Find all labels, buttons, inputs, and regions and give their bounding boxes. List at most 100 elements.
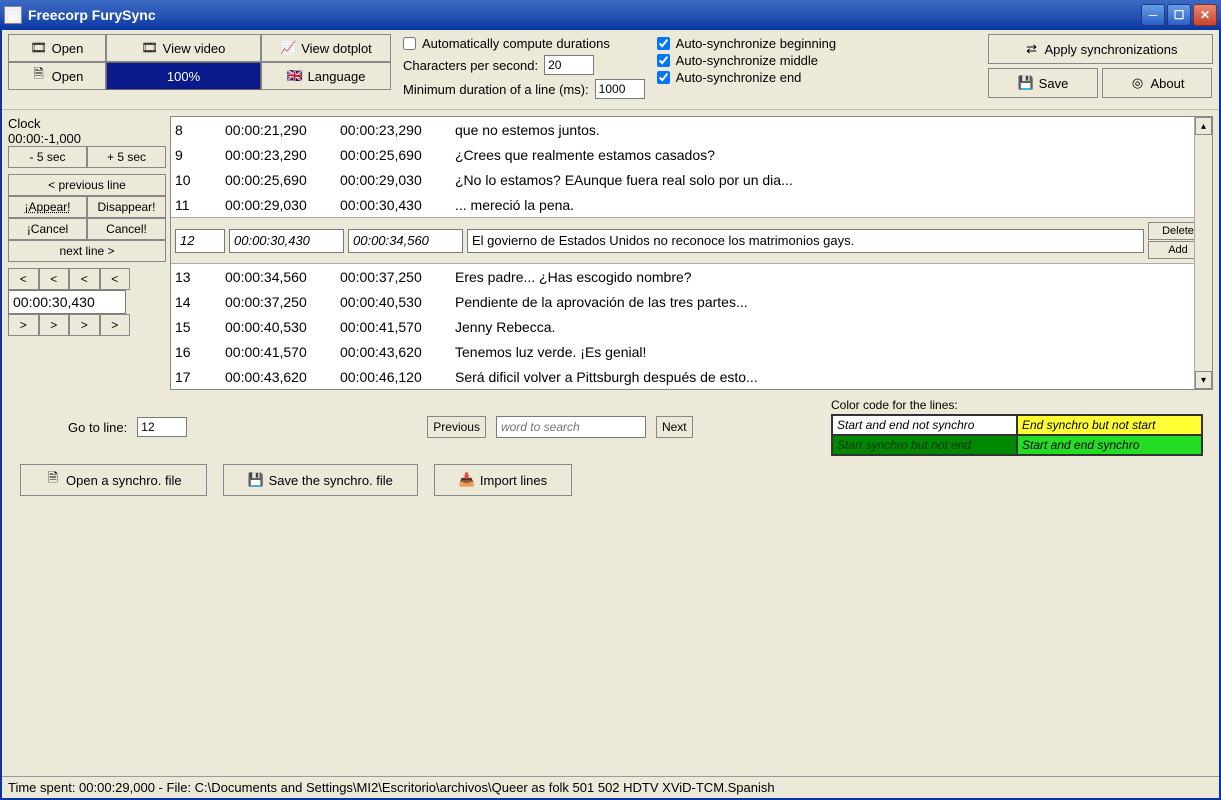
goto-label: Go to line: — [68, 420, 127, 435]
rewind-1-button[interactable]: < — [100, 268, 131, 290]
line-text: Jenny Rebecca. — [455, 319, 1208, 335]
current-line-editor: Delete Add — [171, 217, 1212, 264]
table-row[interactable]: 1600:00:41,57000:00:43,620Tenemos luz ve… — [171, 339, 1212, 364]
rewind-3-button[interactable]: < — [39, 268, 70, 290]
vertical-scrollbar[interactable]: ▴ ▾ — [1194, 117, 1212, 389]
forward-2-button[interactable]: > — [39, 314, 70, 336]
import-lines-button[interactable]: 📥 Import lines — [434, 464, 572, 496]
table-row[interactable]: 1100:00:29,03000:00:30,430... mereció la… — [171, 192, 1212, 217]
flag-icon: 🇬🇧 — [287, 68, 303, 84]
min-duration-input[interactable] — [595, 79, 645, 99]
line-start: 00:00:37,250 — [225, 294, 340, 310]
rewind-4-button[interactable]: < — [8, 268, 39, 290]
view-video-button[interactable]: 🎞 View video — [106, 34, 261, 62]
appear-button[interactable]: ¡Appear! — [8, 196, 87, 218]
table-row[interactable]: 1300:00:34,56000:00:37,250Eres padre... … — [171, 264, 1212, 289]
cps-label: Characters per second: — [403, 58, 538, 73]
autosync-begin-checkbox[interactable] — [657, 37, 670, 50]
rewind-2-button[interactable]: < — [69, 268, 100, 290]
view-dotplot-button[interactable]: 📈 View dotplot — [261, 34, 391, 62]
table-row[interactable]: 1500:00:40,53000:00:41,570Jenny Rebecca. — [171, 314, 1212, 339]
forward-1-button[interactable]: > — [8, 314, 39, 336]
line-end: 00:00:40,530 — [340, 294, 455, 310]
line-number: 13 — [175, 269, 225, 285]
editor-end-time[interactable] — [348, 229, 463, 253]
forward-4-button[interactable]: > — [100, 314, 131, 336]
line-start: 00:00:23,290 — [225, 147, 340, 163]
apply-sync-label: Apply synchronizations — [1045, 42, 1178, 57]
save-icon: 💾 — [1018, 75, 1034, 91]
table-row[interactable]: 1000:00:25,69000:00:29,030¿No lo estamos… — [171, 167, 1212, 192]
table-row[interactable]: 1400:00:37,25000:00:40,530Pendiente de l… — [171, 289, 1212, 314]
open-file-button[interactable]: 🗎 Open — [8, 62, 106, 90]
auto-compute-checkbox[interactable] — [403, 37, 416, 50]
legend-cell-end-only: End synchro but not start — [1017, 415, 1202, 435]
next-line-button[interactable]: next line > — [8, 240, 166, 262]
scroll-track[interactable] — [1195, 135, 1212, 371]
search-input[interactable] — [496, 416, 646, 438]
open-synchro-button[interactable]: 🗎 Open a synchro. file — [20, 464, 207, 496]
scroll-up-button[interactable]: ▴ — [1195, 117, 1212, 135]
line-text: Tenemos luz verde. ¡Es genial! — [455, 344, 1208, 360]
current-time-input[interactable] — [8, 290, 126, 314]
disappear-button[interactable]: Disappear! — [87, 196, 166, 218]
language-label: Language — [308, 69, 366, 84]
line-number: 14 — [175, 294, 225, 310]
save-button[interactable]: 💾 Save — [988, 68, 1098, 98]
line-start: 00:00:43,620 — [225, 369, 340, 385]
language-button[interactable]: 🇬🇧 Language — [261, 62, 391, 90]
open-video-button[interactable]: 🎞 Open — [8, 34, 106, 62]
line-text: Será dificil volver a Pittsburgh después… — [455, 369, 1208, 385]
previous-line-button[interactable]: < previous line — [8, 174, 166, 196]
close-button[interactable]: ✕ — [1193, 4, 1217, 26]
cps-input[interactable] — [544, 55, 594, 75]
editor-text[interactable] — [467, 229, 1144, 253]
save-synchro-button[interactable]: 💾 Save the synchro. file — [223, 464, 418, 496]
cancel-appear-button[interactable]: ¡Cancel — [8, 218, 87, 240]
view-dotplot-label: View dotplot — [301, 41, 372, 56]
line-text: Pendiente de la aprovación de las tres p… — [455, 294, 1208, 310]
line-end: 00:00:46,120 — [340, 369, 455, 385]
cancel-disappear-button[interactable]: Cancel! — [87, 218, 166, 240]
plus-5sec-button[interactable]: + 5 sec — [87, 146, 166, 168]
forward-3-button[interactable]: > — [69, 314, 100, 336]
window-titlebar: ◎ Freecorp FurySync ─ ☐ ✕ — [0, 0, 1221, 30]
minimize-button[interactable]: ─ — [1141, 4, 1165, 26]
line-number: 15 — [175, 319, 225, 335]
table-row[interactable]: 800:00:21,29000:00:23,290que no estemos … — [171, 117, 1212, 142]
app-icon: ◎ — [4, 6, 22, 24]
import-lines-label: Import lines — [480, 473, 547, 488]
table-row[interactable]: 900:00:23,29000:00:25,690¿Crees que real… — [171, 142, 1212, 167]
autosync-end-label: Auto-synchronize end — [676, 70, 802, 85]
minus-5sec-button[interactable]: - 5 sec — [8, 146, 87, 168]
maximize-button[interactable]: ☐ — [1167, 4, 1191, 26]
autosync-middle-label: Auto-synchronize middle — [676, 53, 818, 68]
document-icon: 🗎 — [45, 472, 61, 488]
line-end: 00:00:25,690 — [340, 147, 455, 163]
search-next-button[interactable]: Next — [656, 416, 693, 438]
editor-line-number[interactable] — [175, 229, 225, 253]
status-bar: Time spent: 00:00:29,000 - File: C:\Docu… — [2, 776, 1219, 798]
subtitle-list: 800:00:21,29000:00:23,290que no estemos … — [170, 116, 1213, 390]
legend-title: Color code for the lines: — [831, 398, 1203, 412]
goto-input[interactable] — [137, 417, 187, 437]
editor-start-time[interactable] — [229, 229, 344, 253]
line-text: Eres padre... ¿Has escogido nombre? — [455, 269, 1208, 285]
autosync-middle-checkbox[interactable] — [657, 54, 670, 67]
about-button[interactable]: ◎ About — [1102, 68, 1212, 98]
legend-cell-none: Start and end not synchro — [832, 415, 1017, 435]
line-start: 00:00:40,530 — [225, 319, 340, 335]
autosync-end-checkbox[interactable] — [657, 71, 670, 84]
scroll-down-button[interactable]: ▾ — [1195, 371, 1212, 389]
apply-sync-button[interactable]: ⇄ Apply synchronizations — [988, 34, 1213, 64]
open-synchro-label: Open a synchro. file — [66, 473, 182, 488]
duration-settings: Automatically compute durations Characte… — [403, 36, 645, 99]
line-end: 00:00:29,030 — [340, 172, 455, 188]
table-row[interactable]: 1700:00:43,62000:00:46,120Será dificil v… — [171, 364, 1212, 389]
line-text: que no estemos juntos. — [455, 122, 1208, 138]
line-end: 00:00:37,250 — [340, 269, 455, 285]
line-start: 00:00:25,690 — [225, 172, 340, 188]
line-start: 00:00:21,290 — [225, 122, 340, 138]
sync-icon: ⇄ — [1024, 41, 1040, 57]
search-prev-button[interactable]: Previous — [427, 416, 486, 438]
